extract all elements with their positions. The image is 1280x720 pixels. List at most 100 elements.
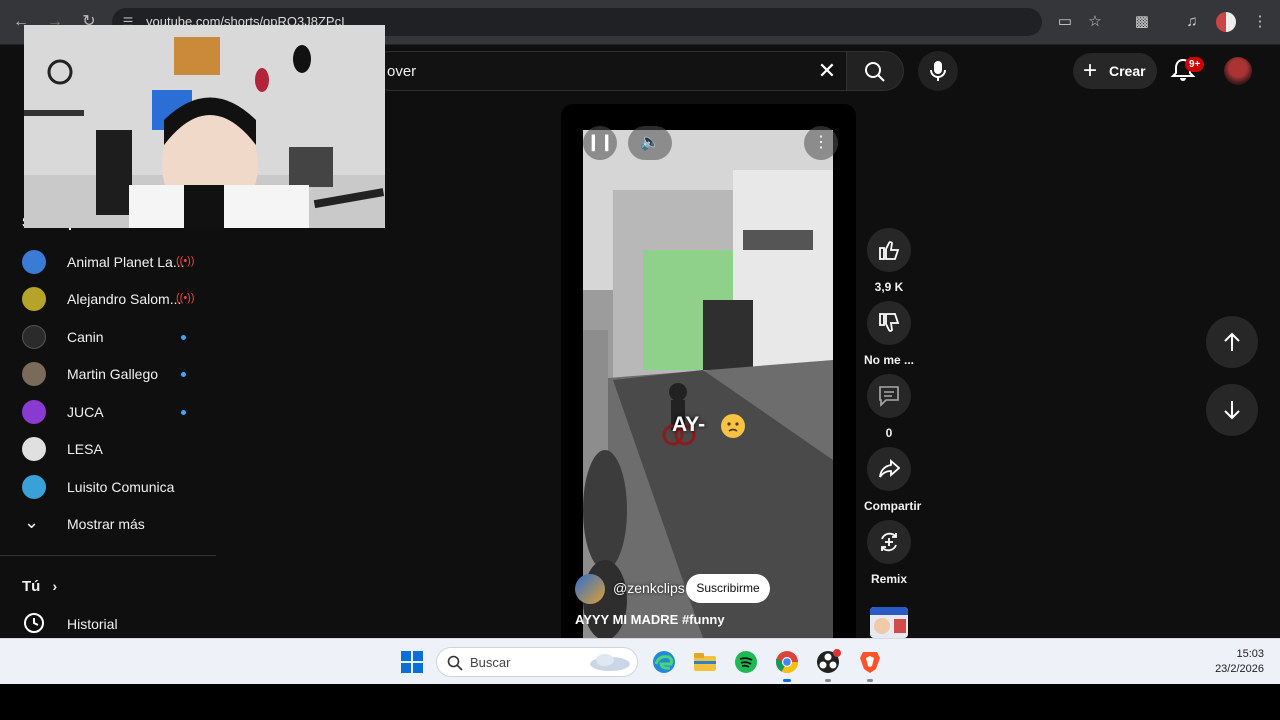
running-app-indicator [867,679,873,682]
next-short-button[interactable] [1206,384,1258,436]
profile-icon[interactable] [1216,12,1236,32]
short-title: AYYY MI MADRE #funny [575,612,725,627]
subscription-name: LESA [67,441,103,457]
show-more-button[interactable]: ⌄ Mostrar más [0,506,216,543]
voice-search-button[interactable] [918,51,958,91]
spotify-icon[interactable] [733,649,759,675]
previous-short-button[interactable] [1206,316,1258,368]
volume-icon: 🔈 [640,134,660,151]
sidebar-item-subscription[interactable]: Animal Planet La... ((•)) [0,244,216,281]
show-more-label: Mostrar más [67,516,145,532]
new-content-dot [181,410,186,415]
volume-button[interactable]: 🔈 [628,126,672,160]
subscription-name: Alejandro Salom... [67,291,182,307]
comments-button[interactable] [867,374,911,418]
brave-icon[interactable] [857,649,883,675]
share-arrow-icon [879,459,901,478]
share-action: Compartir [864,447,922,513]
avatar [22,287,46,311]
remix-label: Remix [870,572,908,586]
avatar [22,475,46,499]
clock-time: 15:03 [1236,648,1264,660]
sidebar-item-subscription[interactable]: Martin Gallego [0,356,216,393]
edge-icon[interactable] [651,649,677,675]
account-avatar[interactable] [1224,57,1252,85]
comments-action: 0 [864,374,914,440]
short-title-text: AYYY MI MADRE [575,612,679,627]
share-button[interactable] [867,447,911,491]
channel-avatar[interactable] [575,574,605,604]
subscription-name: Animal Planet La... [67,254,185,270]
media-icon[interactable]: ♫ [1181,11,1203,33]
sidebar-item-subscription[interactable]: LESA [0,431,216,468]
system-clock[interactable]: 15:03 23/2/2026 [1215,647,1264,677]
arrow-down-icon [1224,401,1240,420]
new-content-dot [181,372,186,377]
sidebar-item-subscription[interactable]: JUCA [0,394,216,431]
you-section-link[interactable]: Tú › [22,578,57,595]
history-icon [24,613,44,633]
obs-icon[interactable] [815,649,841,675]
dislike-button[interactable] [867,301,911,345]
taskbar-search-label: Buscar [470,655,511,670]
chevron-right-icon: › [52,578,58,594]
webcam-overlay [24,25,385,228]
active-app-indicator [783,679,791,682]
shorts-video[interactable] [583,130,833,638]
avatar [22,250,46,274]
subscribe-button[interactable]: Suscribirme [686,574,770,603]
search-button[interactable] [846,51,904,91]
like-button[interactable] [867,228,911,272]
pause-button[interactable]: ❙❙ [583,126,617,160]
avatar [22,437,46,461]
taskbar: Buscar 15:03 23/2/2026 [0,638,1280,684]
channel-name[interactable]: @zenkclips [613,580,685,596]
search-icon [447,655,463,671]
menu-icon[interactable]: ⋮ [1249,11,1271,33]
clear-search-icon[interactable]: ✕ [814,58,840,84]
notifications-badge: 9+ [1185,57,1205,72]
sidebar-item-subscription[interactable]: Alejandro Salom... ((•)) [0,281,216,318]
letterbox-bar [0,684,1280,720]
sound-thumbnail[interactable] [870,607,908,638]
thumbs-up-icon [879,241,900,260]
comment-count: 0 [885,426,893,440]
sidebar-item-subscription[interactable]: Luisito Comunica [0,469,216,506]
sidebar-item-history[interactable]: Historial [0,605,216,642]
extensions-icon[interactable]: ▩ [1131,11,1153,33]
new-content-dot [181,335,186,340]
share-label: Compartir [864,499,922,513]
sound-thumbnail-image [870,607,908,638]
divider [0,555,216,556]
create-button[interactable]: + Crear [1073,53,1157,89]
arrow-up-icon [1224,332,1240,351]
clock-date: 23/2/2026 [1215,663,1264,675]
dislike-label: No me ... [864,353,915,367]
search-query: over [387,63,417,80]
more-options-button[interactable]: ⋮ [804,126,838,160]
microphone-icon [930,61,946,81]
taskbar-search[interactable]: Buscar [436,647,638,677]
sidebar-item-subscription[interactable]: Canin [0,319,216,356]
windows-start-icon[interactable] [399,649,425,675]
install-icon[interactable]: ▭ [1054,11,1076,33]
like-count: 3,9 K [874,280,904,294]
chrome-icon[interactable] [774,649,800,675]
search-input[interactable]: over ✕ [370,51,848,91]
file-explorer-icon[interactable] [692,649,718,675]
hashtag-link[interactable]: #funny [682,612,725,627]
star-icon[interactable]: ☆ [1084,11,1106,33]
video-frame-image [583,130,833,638]
video-caption-overlay: AY- [672,413,706,436]
live-icon: ((•)) [176,255,195,267]
subscription-name: JUCA [67,404,104,420]
webcam-feed-image [24,25,385,228]
you-label: Tú [22,578,41,595]
remix-button[interactable] [867,520,911,564]
like-action: 3,9 K [864,228,914,294]
create-button-label: Crear [1109,63,1146,79]
avatar [22,400,46,424]
remix-icon [881,532,897,552]
subscription-name: Canin [67,329,104,345]
chevron-down-icon: ⌄ [24,512,40,532]
